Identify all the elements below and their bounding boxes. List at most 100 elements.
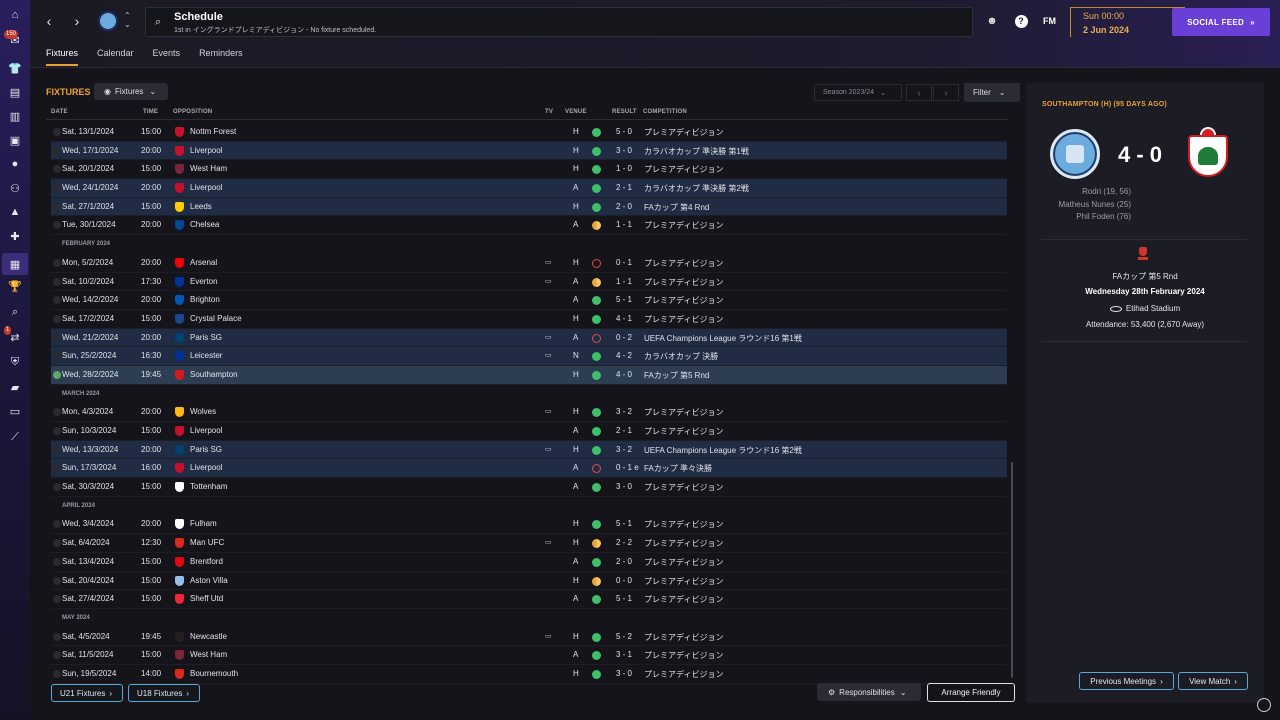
scorer[interactable]: Matheus Nunes (25) xyxy=(1036,199,1131,212)
fixture-competition[interactable]: プレミアディビジョン xyxy=(644,127,723,138)
fixture-competition[interactable]: カラバオカップ 準決勝 第2戦 xyxy=(644,183,749,194)
row-select-indicator[interactable] xyxy=(53,576,61,585)
fixture-row[interactable]: Sat, 10/2/2024 17:30 Everton ▭ A 1 - 1 プレミアディビ… xyxy=(51,273,1007,292)
tab-fixtures[interactable]: Fixtures xyxy=(46,46,79,66)
fixture-row[interactable]: Sat, 27/1/2024 15:00 Leeds H 2 - 0 FAカップ 第4 R… xyxy=(51,197,1007,217)
feedback-icon[interactable] xyxy=(1257,698,1271,712)
row-select-indicator[interactable] xyxy=(53,595,61,604)
continue-date-box[interactable]: Sun 00:00 2 Jun 2024 xyxy=(1070,7,1185,37)
row-select-indicator[interactable] xyxy=(53,408,61,417)
fixture-score[interactable]: 3 - 2 xyxy=(616,407,632,416)
fixture-row[interactable]: Sat, 13/4/2024 15:00 Brentford A 2 - 0 プレミアディ… xyxy=(51,553,1007,572)
fixture-opponent[interactable]: Crystal Palace xyxy=(190,314,242,323)
fixture-competition[interactable]: プレミアディビジョン xyxy=(644,650,723,661)
fixture-row[interactable]: Sat, 30/3/2024 15:00 Tottenham A 3 - 0 プレミアディ… xyxy=(51,478,1007,497)
fixture-score[interactable]: 1 - 1 xyxy=(616,277,632,286)
fixture-row[interactable]: Sun, 19/5/2024 14:00 Bournemouth H 3 - 0 プレミア… xyxy=(51,665,1007,684)
squad-shirt-icon[interactable]: 👕 xyxy=(8,61,22,75)
column-header-competition[interactable]: COMPETITION xyxy=(643,109,687,115)
competitions-trophy-icon[interactable]: 🏆 xyxy=(8,279,22,293)
fixture-score[interactable]: 1 - 1 xyxy=(616,220,632,229)
fixture-row[interactable]: Sat, 17/2/2024 15:00 Crystal Palace H 4 - 1 プ… xyxy=(51,310,1007,329)
fixture-score[interactable]: 5 - 0 xyxy=(616,127,632,136)
fixture-score[interactable]: 1 - 0 xyxy=(616,164,632,173)
fixture-opponent[interactable]: Bournemouth xyxy=(190,669,238,678)
fixture-row[interactable]: Wed, 24/1/2024 20:00 Liverpool A 2 - 1 カラバオカッ… xyxy=(51,179,1007,198)
fixture-opponent[interactable]: Fulham xyxy=(190,519,217,528)
column-header-date[interactable]: DATE xyxy=(51,109,68,115)
fixture-competition[interactable]: プレミアディビジョン xyxy=(644,594,723,605)
row-select-indicator[interactable] xyxy=(53,314,61,323)
fixture-opponent[interactable]: Nottm Forest xyxy=(190,127,236,136)
row-select-indicator[interactable] xyxy=(53,464,61,473)
fixture-row[interactable]: Wed, 13/3/2024 20:00 Paris SG ▭ H 3 - 2 UEFA C… xyxy=(51,440,1007,460)
row-select-indicator[interactable] xyxy=(53,370,61,379)
fixture-competition[interactable]: プレミアディビジョン xyxy=(644,314,723,325)
row-select-indicator[interactable] xyxy=(53,202,61,211)
fixture-score[interactable]: 5 - 1 xyxy=(616,295,632,304)
row-select-indicator[interactable] xyxy=(53,277,61,286)
tab-reminders[interactable]: Reminders xyxy=(199,46,243,66)
match-competition[interactable]: FAカップ 第5 Rnd xyxy=(1026,271,1264,282)
row-select-indicator[interactable] xyxy=(53,520,61,529)
away-team-crest[interactable] xyxy=(1184,127,1232,179)
dev-centre-icon[interactable]: ▭ xyxy=(8,404,22,418)
column-header-opposition[interactable]: OPPOSITION xyxy=(173,109,212,115)
fixture-competition[interactable]: UEFA Champions League ラウンド16 第2戦 xyxy=(644,445,802,456)
fixture-opponent[interactable]: Liverpool xyxy=(190,463,222,472)
fixture-opponent[interactable]: Leeds xyxy=(190,202,212,211)
manager-status-icon[interactable]: ☻ xyxy=(984,13,1000,29)
fixture-score[interactable]: 5 - 2 xyxy=(616,632,632,641)
help-button[interactable]: ? xyxy=(1013,13,1029,29)
fixture-opponent[interactable]: Everton xyxy=(190,277,218,286)
fixture-score[interactable]: 5 - 1 xyxy=(616,594,632,603)
staff-icon[interactable]: ▣ xyxy=(8,133,22,147)
view-dropdown[interactable]: ◉ Fixtures ⌄ xyxy=(94,83,168,100)
club-switch-chevrons-icon[interactable]: ⌃ ⌄ xyxy=(124,11,131,29)
season-select[interactable]: Season 2023/24 ⌄ xyxy=(814,84,902,101)
row-select-indicator[interactable] xyxy=(53,445,61,454)
row-select-indicator[interactable] xyxy=(53,427,61,435)
fixture-opponent[interactable]: Liverpool xyxy=(190,426,222,435)
fixture-opponent[interactable]: Arsenal xyxy=(190,258,217,267)
fixture-competition[interactable]: プレミアディビジョン xyxy=(644,407,723,418)
fixture-row[interactable]: Wed, 21/2/2024 20:00 Paris SG ▭ A 0 - 2 UEFA C… xyxy=(51,328,1007,348)
column-header-result[interactable]: RESULT xyxy=(612,109,637,115)
medical-people-icon[interactable]: ⚇ xyxy=(8,181,22,195)
fixture-score[interactable]: 4 - 0 xyxy=(616,370,632,379)
responsibilities-button[interactable]: ⚙ Responsibilities ⌄ xyxy=(817,683,921,701)
fixture-competition[interactable]: FAカップ 第4 Rnd xyxy=(644,202,709,213)
scouting-search-icon[interactable]: ⌕ xyxy=(8,305,22,319)
finances-briefcase-icon[interactable]: ▰ xyxy=(8,380,22,394)
previous-meetings-button[interactable]: Previous Meetings › xyxy=(1079,672,1174,690)
medical-kit-icon[interactable]: ✚ xyxy=(8,229,22,243)
fixture-row[interactable]: Wed, 3/4/2024 20:00 Fulham H 5 - 1 プレミアディビジョン xyxy=(51,515,1007,535)
fixture-competition[interactable]: プレミアディビジョン xyxy=(644,295,723,306)
schedule-calendar-icon[interactable]: ▦ xyxy=(2,253,28,275)
fixture-competition[interactable]: FAカップ 準々決勝 xyxy=(644,463,712,474)
fixture-competition[interactable]: プレミアディビジョン xyxy=(644,482,723,493)
home-team-crest[interactable] xyxy=(1050,129,1100,179)
fixture-opponent[interactable]: Tottenham xyxy=(190,482,227,491)
social-feed-button[interactable]: SOCIAL FEED » xyxy=(1172,8,1270,36)
report-icon[interactable]: ⟋ xyxy=(8,430,22,444)
fixture-score[interactable]: 2 - 1 xyxy=(616,426,632,435)
fixture-opponent[interactable]: Paris SG xyxy=(190,445,222,454)
fixture-score[interactable]: 3 - 0 xyxy=(616,482,632,491)
fixture-score[interactable]: 0 - 2 xyxy=(616,333,632,342)
row-select-indicator[interactable] xyxy=(53,632,61,641)
fixture-competition[interactable]: プレミアディビジョン xyxy=(644,538,723,549)
filter-button[interactable]: Filter ⌄ xyxy=(964,83,1020,102)
fixture-row[interactable]: Sat, 27/4/2024 15:00 Sheff Utd A 5 - 1 プレミアディ… xyxy=(51,590,1007,609)
fixture-row[interactable]: Tue, 30/1/2024 20:00 Chelsea A 1 - 1 プレミアディビジ… xyxy=(51,216,1007,236)
row-select-indicator[interactable] xyxy=(53,333,61,342)
row-select-indicator[interactable] xyxy=(53,165,61,174)
column-header-venue[interactable]: VENUE xyxy=(565,109,587,115)
fixture-score[interactable]: 2 - 0 xyxy=(616,557,632,566)
fixture-row[interactable]: Mon, 4/3/2024 20:00 Wolves ▭ H 3 - 2 プレミアディビジョ… xyxy=(51,403,1007,422)
fixture-row[interactable]: Sat, 20/4/2024 15:00 Aston Villa H 0 - 0 プレミア… xyxy=(51,572,1007,591)
next-season-button[interactable]: › xyxy=(933,84,959,101)
fixture-competition[interactable]: プレミアディビジョン xyxy=(644,519,723,530)
row-select-indicator[interactable] xyxy=(53,669,61,678)
scorer[interactable]: Rodri (19, 56) xyxy=(1036,186,1131,199)
